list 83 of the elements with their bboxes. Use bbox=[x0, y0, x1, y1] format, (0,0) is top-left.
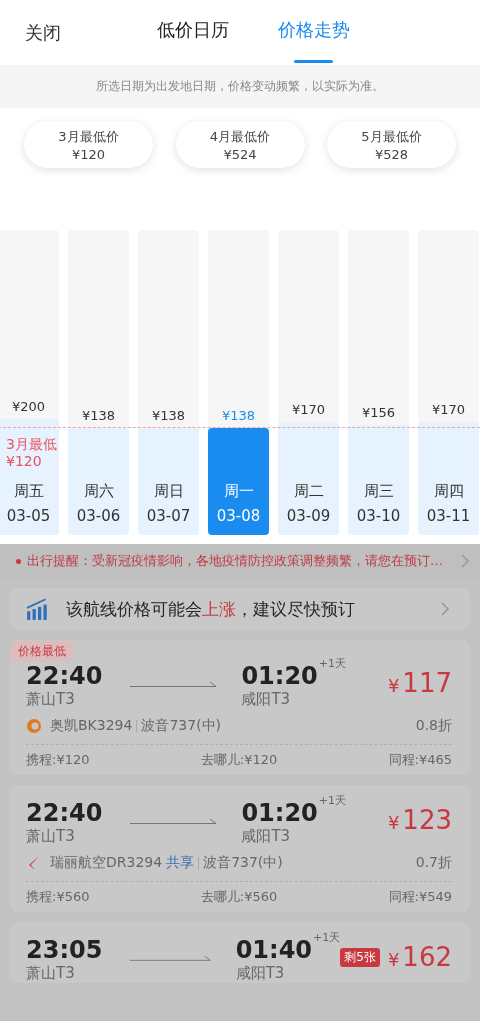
weekday: 周四 bbox=[433, 482, 464, 501]
day-price: ¥138 bbox=[150, 408, 187, 423]
date: 03-08 bbox=[216, 507, 261, 525]
price-trend-text: 该航线价格可能会上涨，建议尽快预订 bbox=[66, 597, 356, 621]
arrival-time: 01:40 bbox=[235, 936, 313, 964]
seats-left-tag: 剩5张 bbox=[340, 947, 380, 967]
day-price: ¥200 bbox=[10, 399, 47, 414]
price-trend-banner[interactable]: 该航线价格可能会上涨，建议尽快预订 bbox=[10, 588, 470, 630]
month-low-price-card[interactable]: 5月最低价 ¥528 bbox=[327, 121, 456, 168]
departure-time: 23:05 bbox=[26, 936, 103, 964]
arrival-time: 01:20 bbox=[241, 799, 318, 827]
date: 03-10 bbox=[356, 507, 401, 525]
departure-airport: 萧山T3 bbox=[26, 964, 76, 983]
weekday: 周五 bbox=[13, 482, 44, 501]
bar-chart-icon bbox=[26, 598, 50, 620]
arrival-time: 01:20 bbox=[241, 662, 318, 690]
aircraft-type: 波音737(中) bbox=[141, 717, 222, 735]
airline-logo-icon bbox=[26, 718, 42, 734]
tab[interactable]: 低价日历 bbox=[145, 0, 240, 65]
day-price: ¥170 bbox=[430, 402, 467, 417]
alert-dot-icon bbox=[16, 558, 21, 564]
day-price: ¥156 bbox=[360, 405, 397, 420]
flight-card[interactable]: 23:05 萧山T3 01:40 咸阳T3 +1天 剩5张 ¥162 bbox=[10, 922, 470, 983]
arrival-airport: 咸阳T3 bbox=[241, 827, 292, 846]
notice-text: 所选日期为出发地日期，价格变动频繁，以实际为准。 bbox=[96, 78, 384, 95]
platform-price: 携程:¥120 bbox=[26, 751, 90, 769]
month-price: ¥528 bbox=[374, 146, 409, 162]
day-column[interactable]: ¥156 周三 03-10 bbox=[348, 230, 409, 535]
flight-card[interactable]: 22:40 萧山T3 01:20 咸阳T3 +1天 ¥123 瑞丽航空DR3294 共享 波音737(中) 0.7折 携程:¥560 去哪儿:¥560 同程:¥549 bbox=[10, 785, 470, 912]
arrival-airport: 咸阳T3 bbox=[235, 964, 286, 983]
day-price: ¥138 bbox=[220, 408, 257, 423]
discount-text: 0.7折 bbox=[415, 854, 452, 872]
day-column[interactable]: ¥138 周日 03-07 bbox=[138, 230, 199, 535]
departure-airport: 萧山T3 bbox=[26, 827, 76, 846]
date: 03-06 bbox=[76, 507, 121, 525]
flight-price: ¥117 bbox=[387, 668, 452, 698]
weekday: 周日 bbox=[153, 482, 184, 501]
next-day-mark: +1天 bbox=[318, 793, 347, 808]
day-column[interactable]: ¥170 周二 03-09 bbox=[278, 230, 339, 535]
day-price: ¥170 bbox=[290, 402, 327, 417]
flight-price: ¥162 bbox=[387, 942, 452, 972]
month-price: ¥524 bbox=[223, 146, 257, 162]
chevron-right-icon bbox=[440, 601, 450, 617]
platform-price: 携程:¥560 bbox=[26, 888, 90, 906]
weekday: 周一 bbox=[223, 482, 254, 501]
month-low-price-card[interactable]: 4月最低价 ¥524 bbox=[175, 121, 305, 168]
platform-price: 去哪儿:¥120 bbox=[200, 751, 278, 769]
day-column[interactable]: ¥170 周四 03-11 bbox=[418, 230, 479, 535]
flight-card[interactable]: 价格最低 22:40 萧山T3 01:20 咸阳T3 +1天 ¥117 奥凯BK3294 波音737(中) 0.8折 携程:¥120 去哪儿:¥120 同程:¥465 bbox=[10, 640, 470, 775]
arrival-airport: 咸阳T3 bbox=[241, 690, 292, 709]
month-price: ¥120 bbox=[71, 146, 106, 162]
month-low-price-card[interactable]: 3月最低价 ¥120 bbox=[24, 121, 153, 168]
airline-flight-number: 瑞丽航空DR3294 bbox=[50, 854, 163, 872]
next-day-mark: +1天 bbox=[313, 930, 341, 945]
date: 03-09 bbox=[286, 507, 331, 525]
close-button[interactable]: 关闭 bbox=[25, 20, 145, 45]
month-label: 5月最低价 bbox=[361, 127, 422, 146]
airline-flight-number: 奥凯BK3294 bbox=[50, 717, 133, 735]
discount-text: 0.8折 bbox=[415, 717, 452, 735]
day-column[interactable]: ¥138 周六 03-06 bbox=[68, 230, 129, 535]
platform-price: 去哪儿:¥560 bbox=[200, 888, 278, 906]
flight-price: ¥123 bbox=[387, 805, 452, 835]
date: 03-11 bbox=[426, 507, 471, 525]
aircraft-type: 波音737(中) bbox=[203, 854, 283, 872]
day-price: ¥138 bbox=[80, 408, 117, 423]
chevron-right-icon bbox=[460, 553, 470, 569]
codeshare-tag: 共享 bbox=[166, 854, 195, 872]
lowest-price-tag: 价格最低 bbox=[10, 641, 74, 662]
weekday: 周六 bbox=[83, 482, 114, 501]
weekday: 周二 bbox=[293, 482, 324, 501]
date: 03-07 bbox=[146, 507, 191, 525]
platform-price: 同程:¥465 bbox=[388, 751, 452, 769]
weekday: 周三 bbox=[363, 482, 394, 501]
platform-price: 同程:¥549 bbox=[388, 888, 452, 906]
month-label: 3月最低价 bbox=[58, 127, 119, 146]
departure-time: 22:40 bbox=[26, 799, 103, 827]
departure-airport: 萧山T3 bbox=[26, 690, 76, 709]
month-label: 4月最低价 bbox=[209, 127, 271, 146]
next-day-mark: +1天 bbox=[318, 656, 347, 671]
departure-time: 22:40 bbox=[26, 662, 103, 690]
date: 03-05 bbox=[6, 507, 51, 525]
min-price-label: 3月最低 ¥120 bbox=[6, 436, 57, 470]
tab[interactable]: 价格走势 bbox=[266, 0, 361, 65]
